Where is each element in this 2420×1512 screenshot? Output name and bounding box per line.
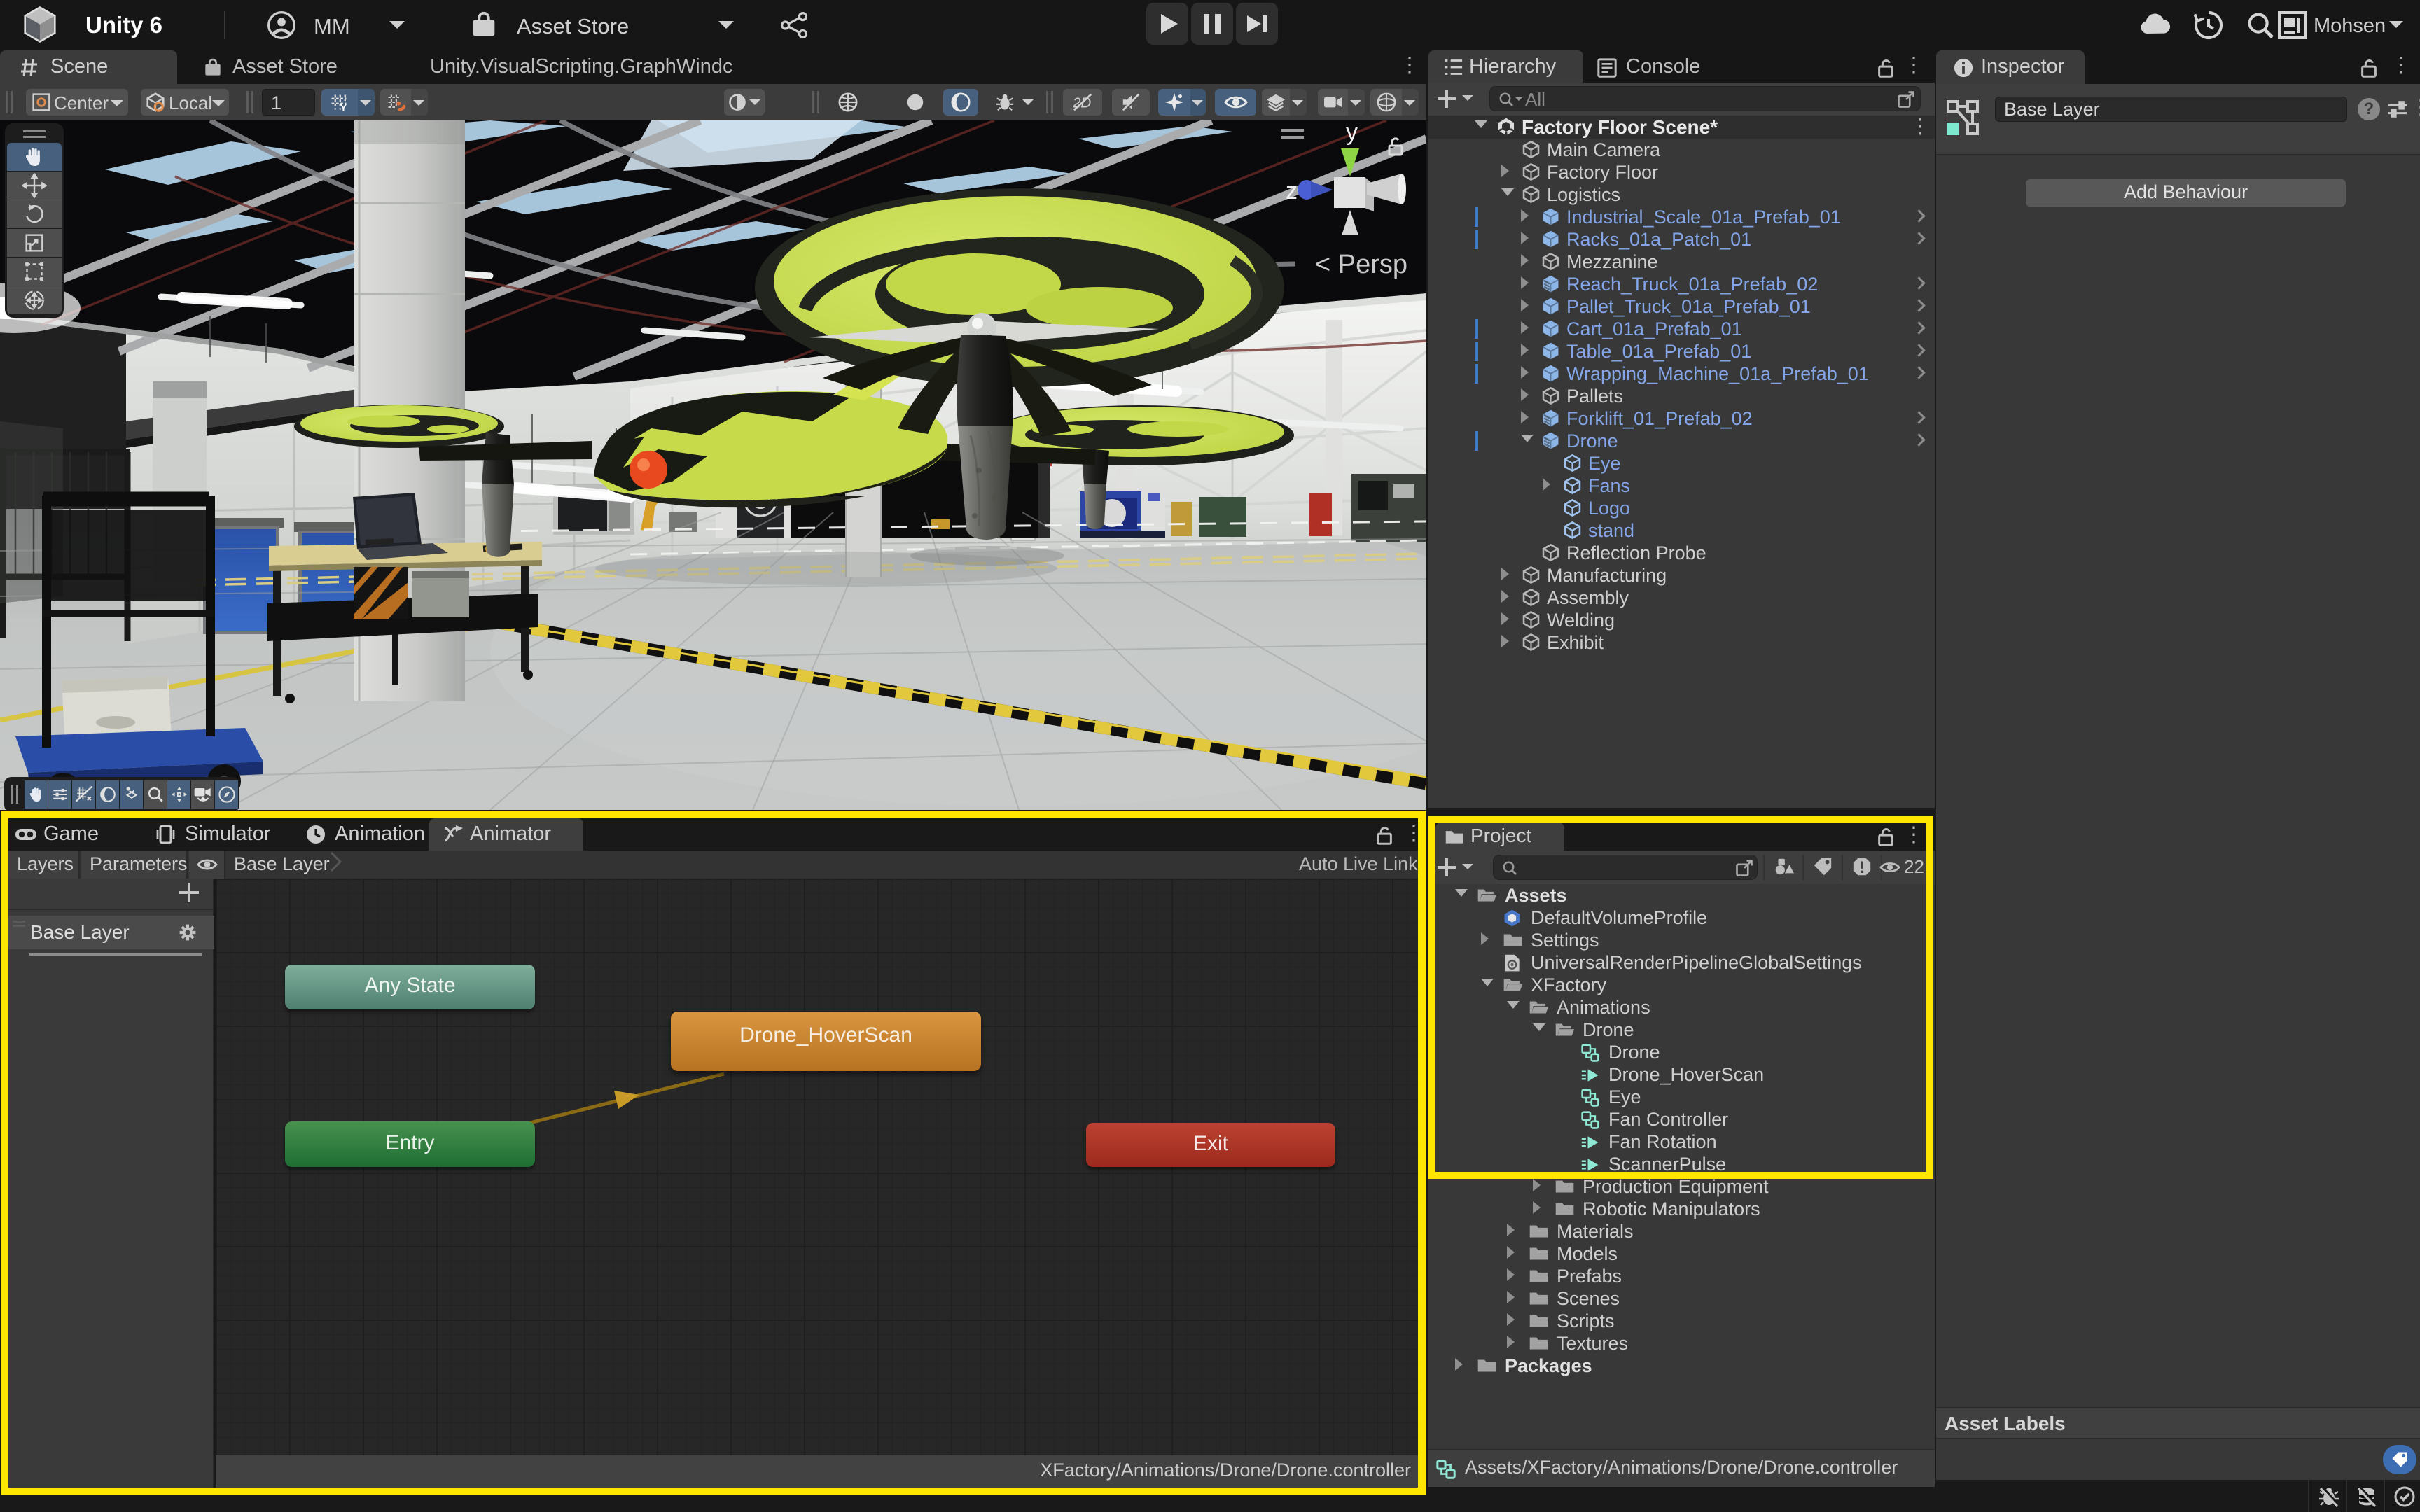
svg-text:y: y [1346, 120, 1358, 146]
svg-text:< Persp: < Persp [1315, 250, 1407, 279]
svg-text:z: z [1286, 178, 1298, 204]
svg-text:Y: Y [340, 102, 347, 112]
